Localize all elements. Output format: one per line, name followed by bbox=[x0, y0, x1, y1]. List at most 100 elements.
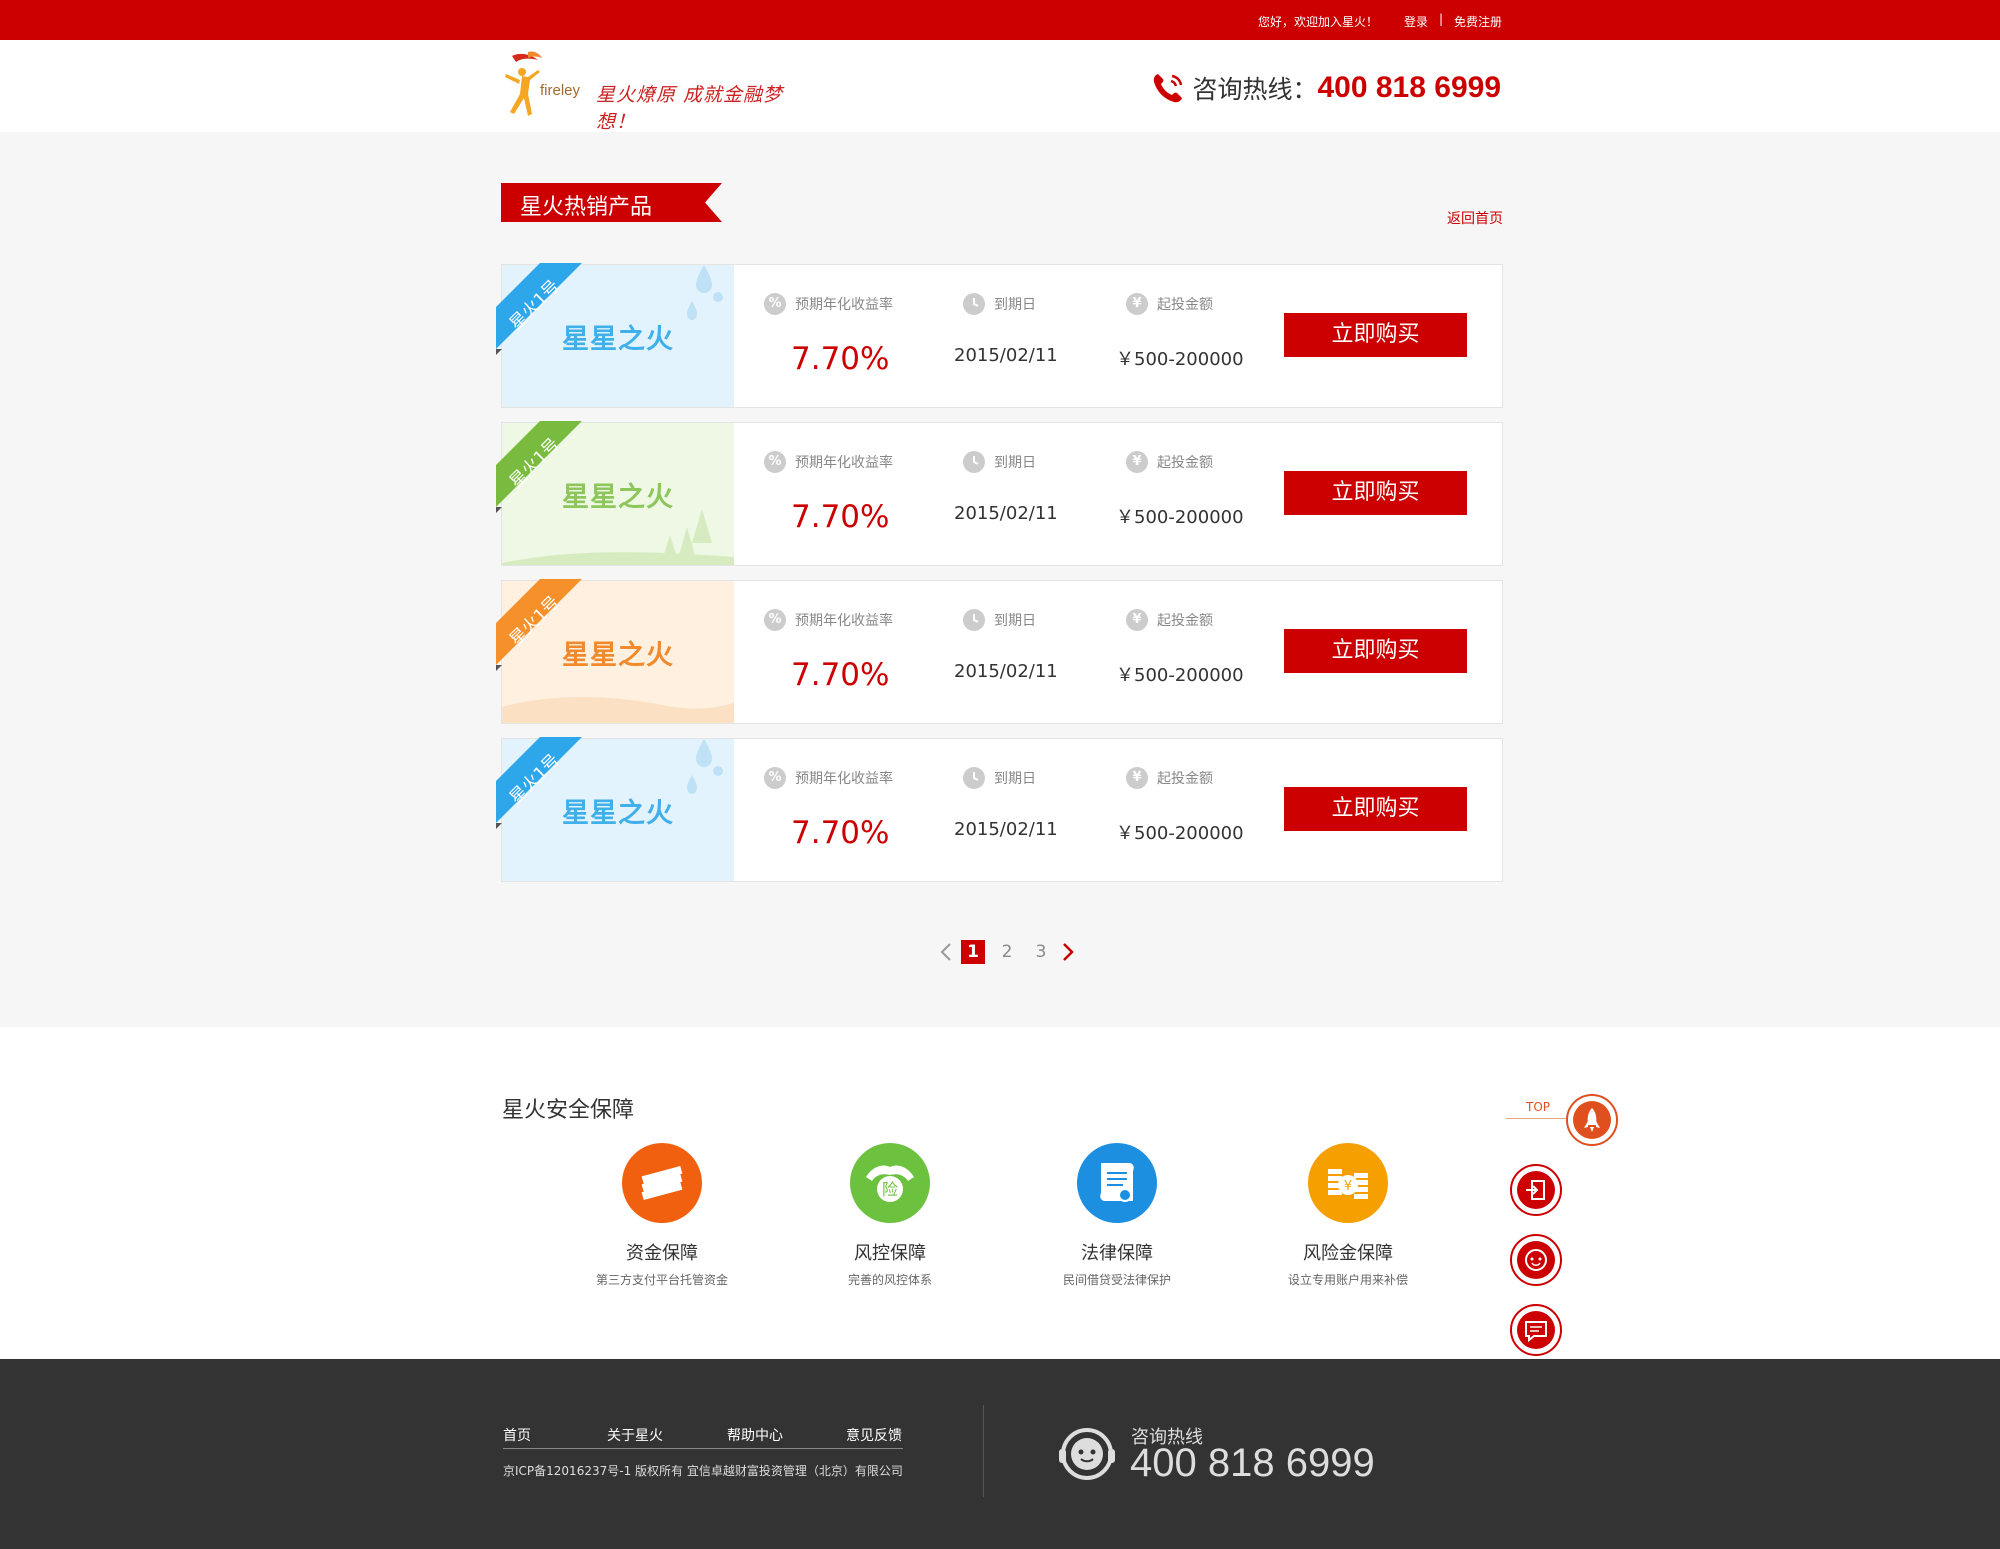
clock-icon bbox=[963, 293, 985, 315]
feedback-message-button[interactable] bbox=[1510, 1304, 1562, 1356]
product-rate: 7.70% bbox=[791, 815, 890, 851]
product-amount: ￥500-200000 bbox=[1116, 507, 1244, 528]
percent-icon: % bbox=[764, 609, 786, 631]
product-maturity: 2015/02/11 bbox=[954, 661, 1058, 682]
amount-label-text: 起投金额 bbox=[1157, 613, 1213, 629]
back-to-top-label: TOP bbox=[1526, 1100, 1551, 1114]
page-1-button[interactable]: 1 bbox=[961, 940, 985, 964]
feature-legal: 法律保障 民间借贷受法律保护 bbox=[1017, 1143, 1217, 1288]
yen-icon: ¥ bbox=[1126, 451, 1148, 473]
clock-icon bbox=[963, 451, 985, 473]
pagination: 1 2 3 bbox=[936, 938, 1078, 966]
footer-divider bbox=[983, 1405, 984, 1497]
chevron-right-icon bbox=[1063, 943, 1074, 961]
rate-label-text: 预期年化收益率 bbox=[795, 297, 893, 313]
maturity-label-text: 到期日 bbox=[994, 297, 1036, 313]
buy-now-button[interactable]: 立即购买 bbox=[1284, 787, 1467, 831]
amount-label: ¥ 起投金额 bbox=[1126, 451, 1213, 473]
security-section: 星火安全保障 资金保障 第三方支付平台托管资金 险 风控保障 完善的风控体系 法… bbox=[0, 1027, 2000, 1359]
product-rate: 7.70% bbox=[791, 341, 890, 377]
copyright-text: 京ICP备12016237号-1 版权所有 宜信卓越财富投资管理（北京）有限公司 bbox=[503, 1464, 903, 1478]
service-face-icon bbox=[1525, 1249, 1547, 1271]
feature-fund-security: 资金保障 第三方支付平台托管资金 bbox=[562, 1143, 762, 1288]
amount-label-text: 起投金额 bbox=[1157, 771, 1213, 787]
login-link[interactable]: 登录 bbox=[1404, 13, 1428, 30]
maturity-label-text: 到期日 bbox=[994, 455, 1036, 471]
rate-label: % 预期年化收益率 bbox=[764, 609, 893, 631]
site-header: fireley 星火燎原 成就金融梦想！ 咨询热线： 400 818 6999 bbox=[0, 40, 2000, 133]
topbar-separator: | bbox=[1439, 12, 1444, 26]
product-amount: ￥500-200000 bbox=[1116, 823, 1244, 844]
product-card: 星星之火 星火1号 % 预期年化收益率 到期日 ¥ 起投金额 7.70% 2015/… bbox=[496, 737, 1503, 882]
svg-text:险: 险 bbox=[882, 1180, 898, 1199]
product-card: 星星之火 星火1号 % 预期年化收益率 到期日 ¥ 起投金额 7.70% 2015/… bbox=[496, 263, 1503, 408]
page-2-button[interactable]: 2 bbox=[995, 942, 1019, 962]
svg-text:¥: ¥ bbox=[1344, 1179, 1352, 1194]
feature-desc: 设立专用账户用来补偿 bbox=[1287, 1273, 1408, 1287]
login-icon bbox=[1526, 1180, 1545, 1200]
contract-scroll-icon bbox=[1077, 1143, 1157, 1223]
register-link[interactable]: 免费注册 bbox=[1454, 13, 1502, 30]
clock-icon bbox=[963, 609, 985, 631]
maturity-label: 到期日 bbox=[963, 451, 1036, 473]
rate-label: % 预期年化收益率 bbox=[764, 451, 893, 473]
top-divider bbox=[1506, 1118, 1566, 1119]
product-rate: 7.70% bbox=[791, 499, 890, 535]
brand-slogan: 星火燎原 成就金融梦想！ bbox=[596, 84, 784, 133]
section-title-text: 星火热销产品 bbox=[520, 195, 653, 220]
feature-name: 资金保障 bbox=[626, 1243, 698, 1264]
back-to-top-button[interactable] bbox=[1566, 1094, 1618, 1146]
next-page-button[interactable] bbox=[1058, 940, 1078, 964]
hotline-number: 400 818 6999 bbox=[1317, 71, 1501, 104]
buy-now-button[interactable]: 立即购买 bbox=[1284, 313, 1467, 357]
maturity-label: 到期日 bbox=[963, 293, 1036, 315]
maturity-label-text: 到期日 bbox=[994, 613, 1036, 629]
customer-service-button[interactable] bbox=[1510, 1234, 1562, 1286]
yen-icon: ¥ bbox=[1126, 767, 1148, 789]
back-home-link[interactable]: 返回首页 bbox=[1447, 208, 1503, 228]
amount-label-text: 起投金额 bbox=[1157, 455, 1213, 471]
headset-service-icon bbox=[1059, 1428, 1115, 1480]
hotline-label: 咨询热线： bbox=[1192, 75, 1318, 104]
product-maturity: 2015/02/11 bbox=[954, 503, 1058, 524]
amount-label: ¥ 起投金额 bbox=[1126, 293, 1213, 315]
feature-name: 风控保障 bbox=[854, 1243, 926, 1264]
yen-icon: ¥ bbox=[1126, 609, 1148, 631]
product-maturity: 2015/02/11 bbox=[954, 819, 1058, 840]
percent-icon: % bbox=[764, 451, 786, 473]
percent-icon: % bbox=[764, 767, 786, 789]
footer-link-about[interactable]: 关于星火 bbox=[607, 1425, 663, 1445]
section-title: 星火热销产品 bbox=[501, 183, 722, 222]
site-footer: 首页 关于星火 帮助中心 意见反馈 京ICP备12016237号-1 版权所有 … bbox=[0, 1359, 2000, 1549]
chevron-left-icon bbox=[940, 943, 951, 961]
message-icon bbox=[1525, 1321, 1547, 1343]
top-bar: 您好，欢迎加入星火！ 登录 | 免费注册 bbox=[0, 0, 2000, 40]
header-hotline: 咨询热线： 400 818 6999 bbox=[1150, 70, 1501, 106]
feature-risk-fund: ¥ 风险金保障 设立专用账户用来补偿 bbox=[1248, 1143, 1448, 1288]
rate-label: % 预期年化收益率 bbox=[764, 293, 893, 315]
phone-icon bbox=[1154, 74, 1183, 103]
product-amount: ￥500-200000 bbox=[1116, 349, 1244, 370]
clock-icon bbox=[963, 767, 985, 789]
page-3-button[interactable]: 3 bbox=[1029, 942, 1053, 962]
maturity-label: 到期日 bbox=[963, 767, 1036, 789]
login-tool-button[interactable] bbox=[1510, 1164, 1562, 1216]
rocket-icon bbox=[1584, 1108, 1600, 1132]
buy-now-button[interactable]: 立即购买 bbox=[1284, 471, 1467, 515]
footer-link-feedback[interactable]: 意见反馈 bbox=[846, 1425, 902, 1445]
prev-page-button[interactable] bbox=[936, 940, 956, 964]
rate-label-text: 预期年化收益率 bbox=[795, 613, 893, 629]
footer-link-help[interactable]: 帮助中心 bbox=[727, 1425, 783, 1445]
maturity-label-text: 到期日 bbox=[994, 771, 1036, 787]
footer-link-home[interactable]: 首页 bbox=[503, 1425, 531, 1445]
product-rate: 7.70% bbox=[791, 657, 890, 693]
insurance-hands-icon: 险 bbox=[850, 1143, 930, 1223]
feature-desc: 第三方支付平台托管资金 bbox=[595, 1273, 728, 1287]
product-card: 星星之火 星火1号 % 预期年化收益率 到期日 ¥ 起投金额 7.70% 2015/… bbox=[496, 579, 1503, 724]
site-logo[interactable]: fireley 星火燎原 成就金融梦想！ bbox=[500, 50, 800, 133]
buy-now-button[interactable]: 立即购买 bbox=[1284, 629, 1467, 673]
feature-desc: 完善的风控体系 bbox=[847, 1273, 932, 1287]
amount-label: ¥ 起投金额 bbox=[1126, 609, 1213, 631]
percent-icon: % bbox=[764, 293, 786, 315]
rate-label: % 预期年化收益率 bbox=[764, 767, 893, 789]
